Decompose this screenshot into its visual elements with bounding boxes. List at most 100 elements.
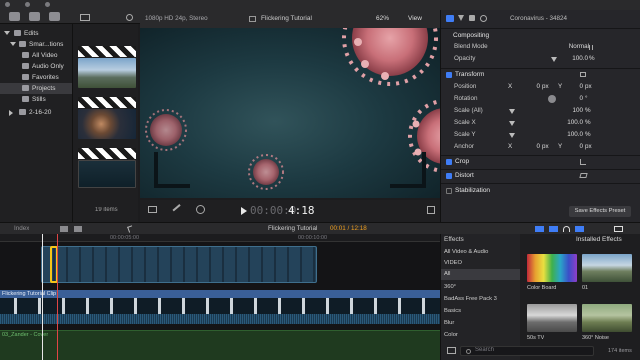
scale-y-value[interactable]: 100.0 bbox=[563, 129, 583, 141]
primary-clip-bar[interactable] bbox=[0, 290, 440, 298]
libraries-icon[interactable] bbox=[9, 12, 20, 21]
connected-clip-strip[interactable] bbox=[41, 246, 317, 283]
browser-search-icon[interactable] bbox=[126, 14, 133, 21]
info-inspector-tab-icon[interactable] bbox=[480, 15, 487, 22]
position-x-value[interactable]: 0 bbox=[532, 81, 540, 93]
effects-category[interactable]: BadAss Free Pack 3 bbox=[441, 294, 521, 305]
video-inspector-tab-icon[interactable] bbox=[446, 15, 454, 22]
titles-generators-icon[interactable] bbox=[49, 12, 60, 21]
anchor-x-value[interactable]: 0 bbox=[532, 141, 540, 153]
window-zoom-button[interactable] bbox=[45, 2, 50, 7]
insert-clip-icon[interactable] bbox=[74, 226, 82, 232]
anchor-row: Anchor X 0 px Y 0 px bbox=[441, 141, 640, 153]
transform-onscreen-icon[interactable] bbox=[580, 72, 586, 77]
skimmer[interactable] bbox=[57, 234, 58, 360]
clip-thumbnail-screen[interactable] bbox=[78, 160, 136, 188]
effects-category[interactable]: VIDEO bbox=[441, 258, 521, 269]
effects-category[interactable]: 360° bbox=[441, 282, 521, 293]
scale-y-slider-thumb[interactable] bbox=[509, 133, 515, 138]
effect-thumbnail-01[interactable] bbox=[582, 254, 632, 282]
stabilization-checkbox[interactable] bbox=[446, 188, 452, 194]
audio-skimming-icon[interactable] bbox=[549, 226, 558, 232]
distort-onscreen-icon[interactable] bbox=[579, 173, 588, 178]
sidebar-toggle-icon[interactable] bbox=[447, 347, 456, 354]
disclosure-closed-icon[interactable] bbox=[9, 110, 13, 116]
blend-mode-dropdown[interactable]: Normal bbox=[567, 41, 589, 53]
clapper-thumbnail[interactable] bbox=[78, 148, 136, 159]
transform-section[interactable]: Transform bbox=[441, 69, 640, 81]
filmstrip-view-icon[interactable] bbox=[80, 14, 90, 21]
window-close-button[interactable] bbox=[5, 2, 10, 7]
enhance-wand-icon[interactable] bbox=[172, 204, 185, 216]
append-clip-icon[interactable] bbox=[60, 226, 68, 232]
viewer-canvas[interactable] bbox=[140, 28, 440, 198]
library-item-projects[interactable]: Projects bbox=[0, 83, 72, 94]
scale-all-value[interactable]: 100 bbox=[568, 105, 583, 117]
window-minimize-button[interactable] bbox=[25, 2, 30, 7]
effect-thumbnail-color-board[interactable] bbox=[527, 254, 577, 282]
library-item-stills[interactable]: Stills bbox=[0, 94, 72, 105]
color-inspector-tab-icon[interactable] bbox=[458, 15, 464, 21]
clip-thumbnail-mountains[interactable] bbox=[78, 58, 136, 88]
speed-gauge-icon[interactable] bbox=[196, 205, 205, 214]
anchor-y-value[interactable]: 0 bbox=[575, 141, 583, 153]
rotation-value[interactable]: 0 bbox=[575, 93, 583, 105]
headphones-icon[interactable] bbox=[563, 226, 570, 232]
library-item-favorites[interactable]: Favorites bbox=[0, 72, 72, 83]
effects-category[interactable]: Color bbox=[441, 330, 521, 341]
effect-thumbnail-360-noise[interactable] bbox=[582, 304, 632, 332]
disclosure-open-icon[interactable] bbox=[10, 42, 16, 46]
effects-category[interactable]: All bbox=[441, 269, 521, 280]
timeline-ruler[interactable] bbox=[0, 234, 440, 242]
effects-category[interactable]: Basics bbox=[441, 306, 521, 317]
library-folder-smart-collections[interactable]: Smar...tions bbox=[0, 39, 72, 50]
position-y-value[interactable]: 0 bbox=[575, 81, 583, 93]
photos-audio-icon[interactable] bbox=[29, 12, 40, 21]
effects-category[interactable]: All Video & Audio bbox=[441, 247, 521, 258]
view-menu[interactable]: View bbox=[408, 15, 422, 22]
chevron-updown-icon[interactable] bbox=[589, 45, 593, 50]
timeline[interactable]: 00:00:05:00 00:00:10:00 Flickering Tutor… bbox=[0, 234, 440, 360]
play-button[interactable] bbox=[241, 207, 247, 215]
library-item-edits[interactable]: Edits bbox=[0, 28, 72, 39]
fullscreen-icon[interactable] bbox=[427, 206, 435, 214]
distort-section[interactable]: Distort bbox=[441, 170, 640, 182]
select-tool-icon[interactable] bbox=[127, 225, 134, 233]
disclosure-open-icon[interactable] bbox=[4, 31, 10, 35]
audio-waveform[interactable] bbox=[0, 314, 440, 324]
crop-section[interactable]: Crop bbox=[441, 156, 640, 168]
clip-browser: 19 items bbox=[72, 24, 138, 224]
rotation-dial-icon[interactable] bbox=[548, 95, 556, 103]
installed-effects-dropdown[interactable]: Installed Effects bbox=[576, 236, 622, 243]
scale-all-slider-thumb[interactable] bbox=[509, 109, 515, 114]
clapper-thumbnail[interactable] bbox=[78, 97, 136, 108]
library-item-all-video[interactable]: All Video bbox=[0, 50, 72, 61]
distort-checkbox[interactable] bbox=[446, 173, 452, 179]
transform-tool-icon[interactable] bbox=[148, 206, 157, 213]
crop-onscreen-icon[interactable] bbox=[580, 159, 586, 165]
save-effects-preset-button[interactable]: Save Effects Preset bbox=[569, 206, 631, 217]
effects-category[interactable]: Blur bbox=[441, 318, 521, 329]
audio-inspector-tab-icon[interactable] bbox=[469, 15, 475, 21]
effect-thumbnail-50s-tv[interactable] bbox=[527, 304, 577, 332]
primary-filmstrip[interactable] bbox=[0, 298, 440, 314]
scale-x-value[interactable]: 100.0 bbox=[563, 117, 583, 129]
stabilization-section[interactable]: Stabilization bbox=[441, 185, 640, 197]
opacity-slider-thumb[interactable] bbox=[551, 57, 557, 62]
effects-browser-icon[interactable] bbox=[614, 226, 623, 232]
rotation-row: Rotation 0 ° bbox=[441, 93, 640, 105]
scale-x-slider-thumb[interactable] bbox=[509, 121, 515, 126]
library-event-2-16-20[interactable]: 2-16-20 bbox=[0, 107, 72, 118]
crop-checkbox[interactable] bbox=[446, 159, 452, 165]
index-button[interactable]: Index bbox=[14, 225, 29, 232]
opacity-value[interactable]: 100.0 bbox=[568, 53, 588, 65]
zoom-level-dropdown[interactable]: 62% bbox=[376, 15, 389, 22]
transform-checkbox[interactable] bbox=[446, 72, 452, 78]
snapping-icon[interactable] bbox=[575, 226, 584, 232]
clip-thumbnail-person[interactable] bbox=[78, 109, 136, 139]
library-item-audio-only[interactable]: Audio Only bbox=[0, 61, 72, 72]
clapper-thumbnail[interactable] bbox=[78, 46, 136, 57]
playhead[interactable] bbox=[42, 234, 43, 360]
audio-clip[interactable] bbox=[0, 330, 440, 360]
skimming-icon[interactable] bbox=[535, 226, 544, 232]
